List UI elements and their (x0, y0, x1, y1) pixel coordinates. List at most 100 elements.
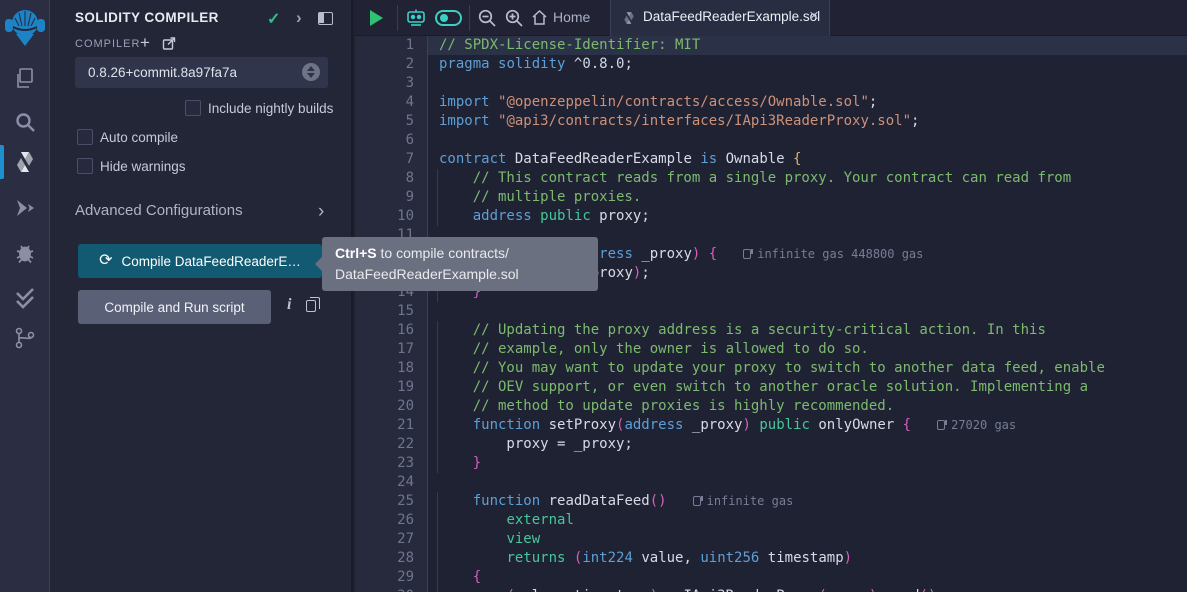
chevron-right-icon[interactable]: › (296, 8, 302, 28)
line-number[interactable]: 15 (355, 302, 428, 321)
code-line-7[interactable]: 7contract DataFeedReaderExample is Ownab… (355, 150, 1187, 169)
home-icon[interactable] (531, 9, 548, 26)
line-number[interactable]: 26 (355, 511, 428, 530)
hide-warnings-checkbox[interactable] (77, 158, 93, 174)
code-line-19[interactable]: 19 // OEV support, or even switch to ano… (355, 378, 1187, 397)
code-line-1[interactable]: 1// SPDX-License-Identifier: MIT (355, 36, 1187, 55)
info-icon[interactable]: i (287, 296, 291, 314)
auto-compile-checkbox[interactable] (77, 129, 93, 145)
close-icon[interactable]: × (809, 6, 819, 26)
refresh-icon: ⟳ (99, 253, 112, 269)
tab-filename: DataFeedReaderExample.sol (643, 9, 820, 24)
code-line-9[interactable]: 9 // multiple proxies. (355, 188, 1187, 207)
code-line-18[interactable]: 18 // You may want to update your proxy … (355, 359, 1187, 378)
panel-title: SOLIDITY COMPILER (75, 10, 219, 25)
line-number[interactable]: 17 (355, 340, 428, 359)
toolbar-divider (469, 5, 470, 31)
plus-icon[interactable]: + (140, 33, 150, 53)
line-number[interactable]: 10 (355, 207, 428, 226)
compile-and-run-button[interactable]: Compile and Run script (78, 290, 271, 324)
code-line-24[interactable]: 24 (355, 473, 1187, 492)
code-line-29[interactable]: 29 { (355, 568, 1187, 587)
code-line-17[interactable]: 17 // example, only the owner is allowed… (355, 340, 1187, 359)
line-number[interactable]: 20 (355, 397, 428, 416)
publish-file-icon[interactable] (162, 36, 177, 51)
code-line-28[interactable]: 28 returns (int224 value, uint256 timest… (355, 549, 1187, 568)
tooltip-filename: DataFeedReaderExample.sol (335, 264, 585, 285)
line-number[interactable]: 2 (355, 55, 428, 74)
line-number[interactable]: 8 (355, 169, 428, 188)
code-line-25[interactable]: 25 function readDataFeed()infinite gas (355, 492, 1187, 511)
select-spinner-icon[interactable] (302, 63, 320, 81)
line-number[interactable]: 3 (355, 74, 428, 93)
split-columns-icon[interactable] (318, 12, 333, 25)
line-number[interactable]: 24 (355, 473, 428, 492)
code-line-4[interactable]: 4import "@openzeppelin/contracts/access/… (355, 93, 1187, 112)
line-number[interactable]: 27 (355, 530, 428, 549)
line-number[interactable]: 21 (355, 416, 428, 435)
gas-estimate-badge: infinite gas (693, 494, 794, 508)
code-line-3[interactable]: 3 (355, 74, 1187, 93)
code-line-21[interactable]: 21 function setProxy(address _proxy) pub… (355, 416, 1187, 435)
debugger-icon[interactable] (13, 241, 37, 265)
code-line-5[interactable]: 5import "@api3/contracts/interfaces/IApi… (355, 112, 1187, 131)
code-line-30[interactable]: 30 (value, timestamp) = IApi3ReaderProxy… (355, 587, 1187, 592)
code-line-22[interactable]: 22 proxy = _proxy; (355, 435, 1187, 454)
include-nightly-checkbox[interactable] (185, 100, 201, 116)
line-number[interactable]: 6 (355, 131, 428, 150)
run-script-play-icon[interactable] (370, 10, 383, 26)
copy-icon[interactable] (306, 300, 316, 312)
solidity-compiler-icon[interactable] (13, 150, 37, 174)
zoom-in-icon[interactable] (504, 8, 524, 28)
advanced-configurations[interactable]: Advanced Configurations (75, 202, 243, 219)
toolbar-divider (397, 5, 398, 31)
line-number[interactable]: 28 (355, 549, 428, 568)
compiler-section-label: COMPILER (75, 38, 140, 50)
code-line-6[interactable]: 6 (355, 131, 1187, 150)
compile-button[interactable]: ⟳ Compile DataFeedReaderE… (78, 244, 322, 278)
line-number[interactable]: 16 (355, 321, 428, 340)
line-number[interactable]: 1 (355, 36, 428, 55)
zoom-out-icon[interactable] (477, 8, 497, 28)
solidity-file-icon (622, 10, 636, 26)
line-number[interactable]: 5 (355, 112, 428, 131)
code-line-2[interactable]: 2pragma solidity ^0.8.0; (355, 55, 1187, 74)
code-line-15[interactable]: 15 (355, 302, 1187, 321)
line-number[interactable]: 30 (355, 587, 428, 592)
line-number[interactable]: 29 (355, 568, 428, 587)
line-number[interactable]: 4 (355, 93, 428, 112)
git-icon[interactable] (13, 326, 37, 350)
ai-robot-icon[interactable] (405, 7, 427, 29)
advanced-chevron-icon[interactable]: › (318, 201, 324, 223)
editor-area: Home DataFeedReaderExample.sol × 1// SPD… (355, 0, 1187, 592)
code-line-8[interactable]: 8 // This contract reads from a single p… (355, 169, 1187, 188)
unit-testing-icon[interactable] (13, 286, 37, 310)
code-line-23[interactable]: 23 } (355, 454, 1187, 473)
line-number[interactable]: 23 (355, 454, 428, 473)
code-line-27[interactable]: 27 view (355, 530, 1187, 549)
fuel-pump-icon (743, 249, 751, 259)
code-line-26[interactable]: 26 external (355, 511, 1187, 530)
file-explorer-icon[interactable] (13, 66, 37, 90)
auto-compile-label: Auto compile (100, 130, 178, 145)
line-number[interactable]: 22 (355, 435, 428, 454)
check-icon[interactable]: ✓ (267, 9, 280, 29)
line-number[interactable]: 7 (355, 150, 428, 169)
search-icon[interactable] (13, 110, 37, 134)
line-number[interactable]: 25 (355, 492, 428, 511)
compiler-version-select[interactable]: 0.8.26+commit.8a97fa7a (75, 57, 328, 88)
line-number[interactable]: 9 (355, 188, 428, 207)
ai-toggle-on-icon[interactable] (435, 10, 462, 26)
home-tab-label[interactable]: Home (553, 9, 590, 25)
line-number[interactable]: 18 (355, 359, 428, 378)
line-number[interactable]: 19 (355, 378, 428, 397)
code-editor[interactable]: 1// SPDX-License-Identifier: MIT2pragma … (355, 36, 1187, 592)
tab-datafeedreaderexample[interactable]: DataFeedReaderExample.sol × (610, 0, 830, 36)
fuel-pump-icon (693, 496, 701, 506)
icon-rail (0, 0, 50, 592)
remix-logo-icon[interactable] (5, 6, 45, 48)
code-line-10[interactable]: 10 address public proxy; (355, 207, 1187, 226)
code-line-20[interactable]: 20 // method to update proxies is highly… (355, 397, 1187, 416)
code-line-16[interactable]: 16 // Updating the proxy address is a se… (355, 321, 1187, 340)
deploy-and-run-icon[interactable] (13, 196, 37, 220)
